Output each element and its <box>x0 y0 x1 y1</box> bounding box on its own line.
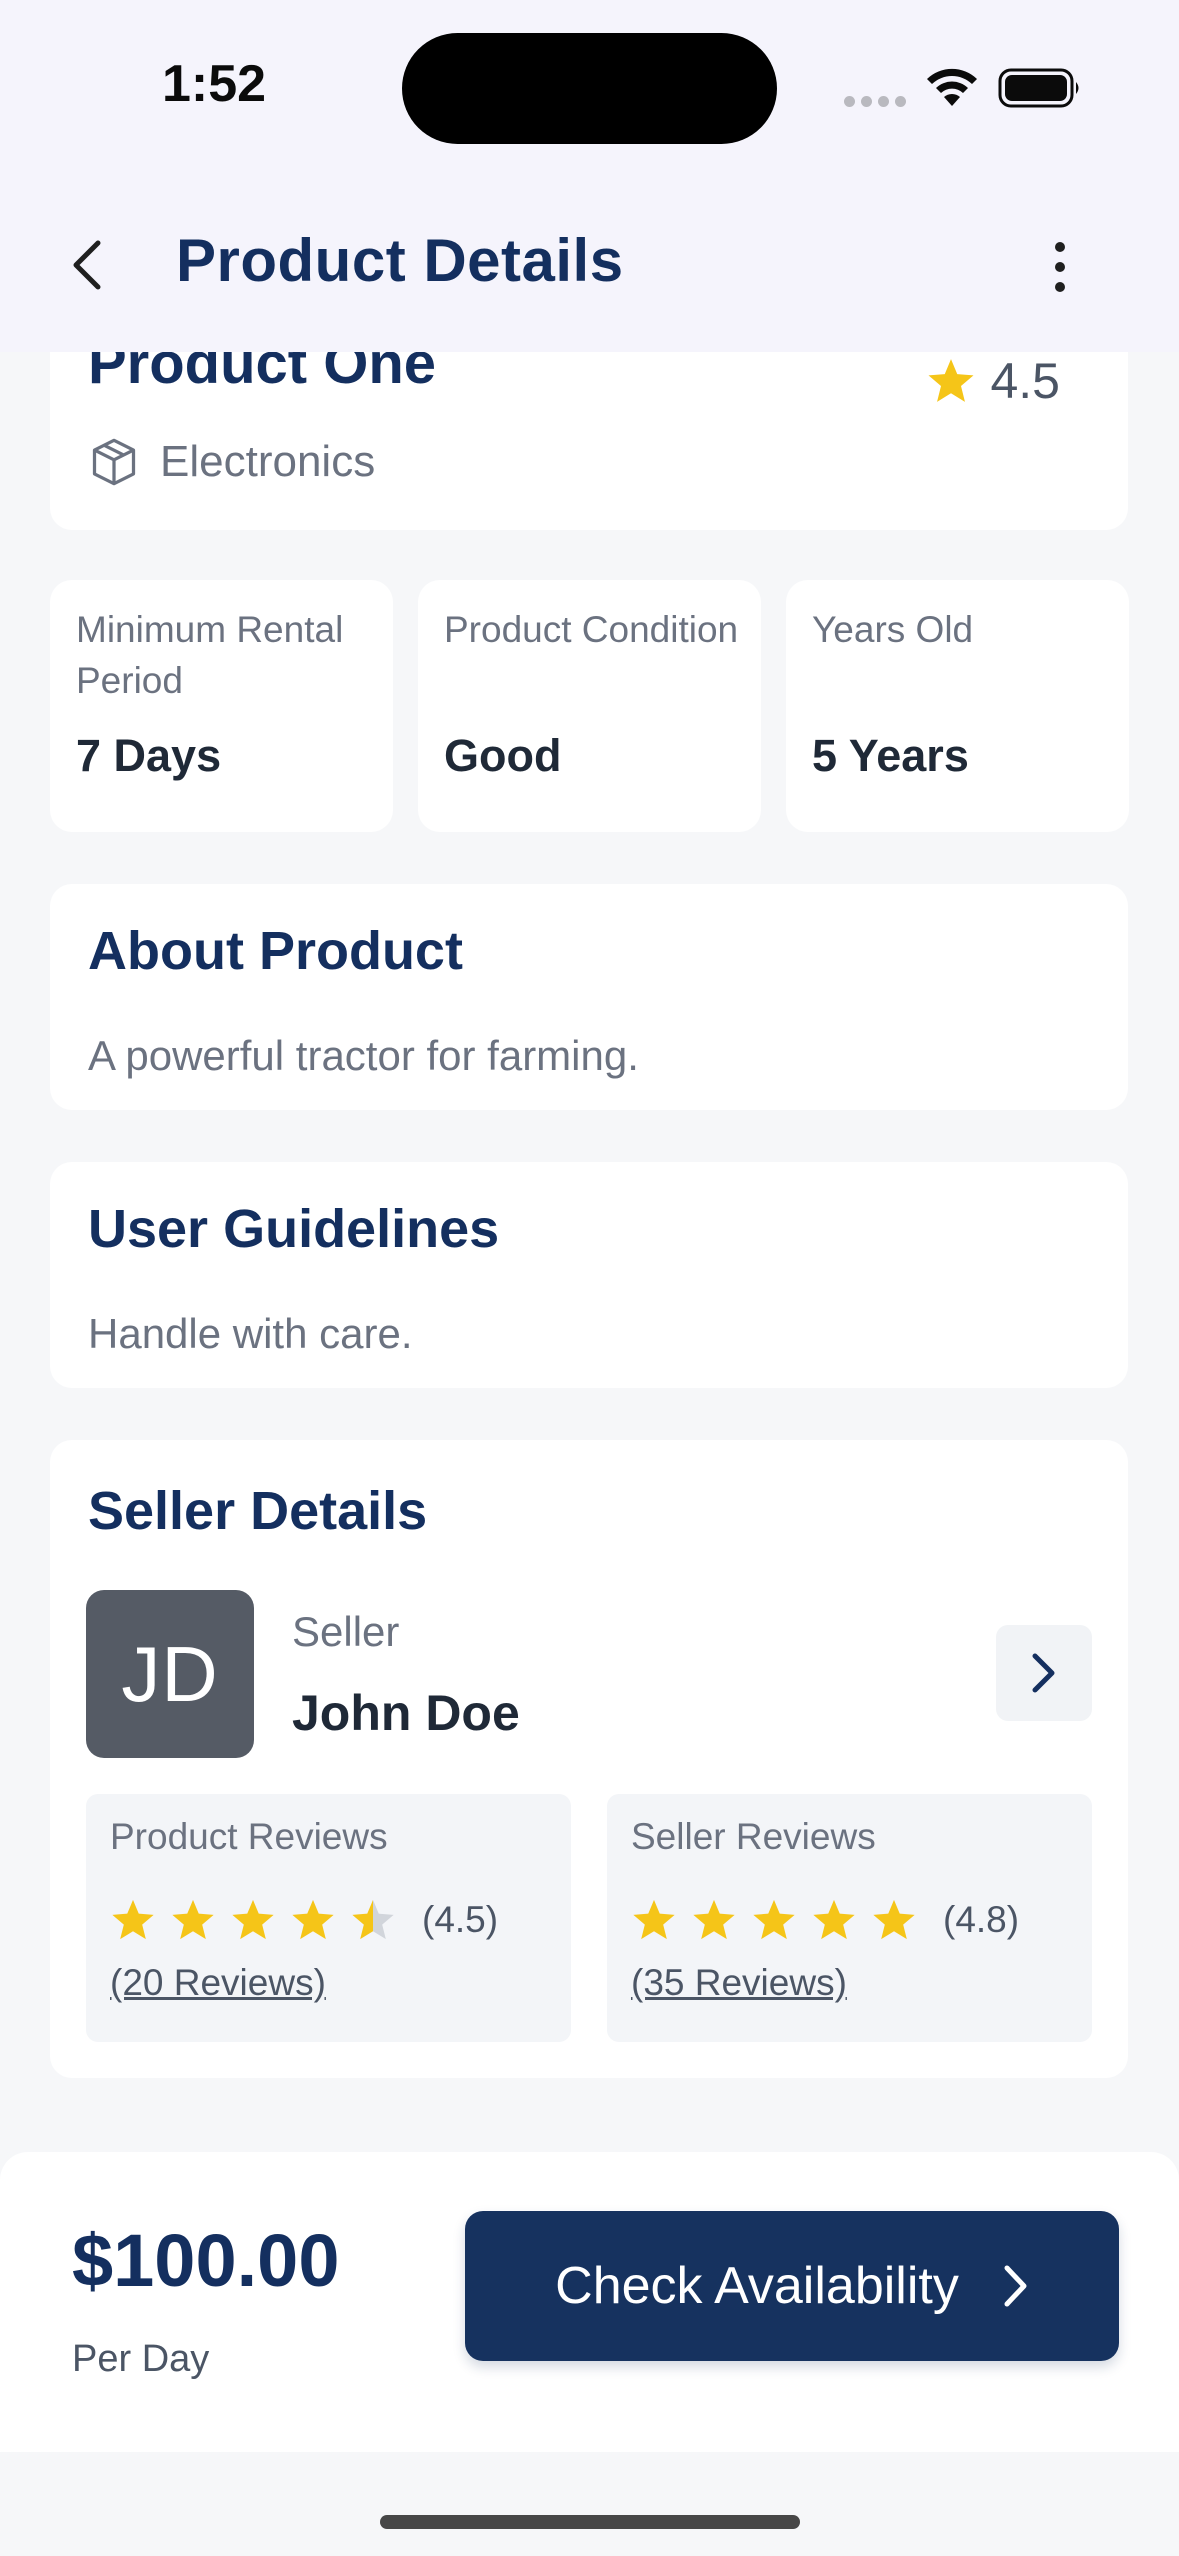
seller-role: Seller <box>292 1608 400 1655</box>
page-title: Product Details <box>176 227 624 294</box>
review-title: Product Reviews <box>110 1816 388 1857</box>
section-title: About Product <box>88 921 463 981</box>
star-icon <box>753 1899 795 1940</box>
stat-card-age: Years Old 5 Years <box>786 580 1129 832</box>
price-unit: Per Day <box>72 2338 210 2380</box>
seller-reviews-box: Seller Reviews (4.8) (35 Reviews) <box>607 1794 1092 2042</box>
review-score: (4.8) <box>943 1899 1020 1940</box>
stat-value: Good <box>444 730 562 781</box>
stat-card-condition: Product Condition Good <box>418 580 761 832</box>
star-icon <box>633 1899 675 1940</box>
user-guidelines-card: User Guidelines Handle with care. <box>50 1162 1128 1388</box>
stat-label: Product Condition <box>444 609 739 650</box>
about-text: A powerful tractor for farming. <box>88 1032 639 1079</box>
star-icon <box>873 1899 915 1940</box>
stat-label: Years Old <box>812 609 974 650</box>
seller-details-card: Seller Details JD Seller John Doe Produc… <box>50 1440 1128 2078</box>
star-icon <box>928 359 974 402</box>
star-icon <box>232 1899 274 1940</box>
product-reviews-box: Product Reviews (4.5) (20 Reviews) <box>86 1794 571 2042</box>
price: $100.00 <box>72 2219 340 2302</box>
product-rating: 4.5 <box>926 352 1060 410</box>
star-rating: (4.5) <box>110 1898 498 1942</box>
status-time: 1:52 <box>162 55 267 113</box>
product-reviews-link[interactable]: (20 Reviews) <box>110 1962 326 2004</box>
check-availability-button[interactable]: Check Availability <box>465 2211 1119 2361</box>
star-icon <box>813 1899 855 1940</box>
stat-value: 7 Days <box>76 730 222 781</box>
more-options-button[interactable] <box>1032 232 1088 302</box>
button-label: Check Availability <box>555 2257 959 2315</box>
package-icon <box>92 438 136 486</box>
view-seller-button[interactable] <box>996 1625 1092 1721</box>
star-icon <box>112 1899 154 1940</box>
more-vertical-icon <box>1055 242 1065 252</box>
seller-name: John Doe <box>292 1685 520 1741</box>
back-button[interactable] <box>56 230 116 300</box>
rating-value: 4.5 <box>990 353 1060 409</box>
star-rating: (4.8) <box>631 1898 1019 1942</box>
wifi-icon <box>927 68 977 106</box>
star-icon <box>352 1899 394 1940</box>
home-indicator <box>380 2515 800 2529</box>
product-category: Electronics <box>88 436 375 488</box>
app-header-area: 1:52 Product Details <box>0 0 1179 352</box>
chevron-right-icon <box>1032 1653 1055 1693</box>
stat-label: Minimum Rental Period <box>76 609 344 701</box>
guidelines-text: Handle with care. <box>88 1310 413 1357</box>
review-title: Seller Reviews <box>631 1816 876 1857</box>
chevron-left-icon <box>73 240 101 290</box>
star-icon <box>172 1899 214 1940</box>
about-product-card: About Product A powerful tractor for far… <box>50 884 1128 1110</box>
section-title: User Guidelines <box>88 1199 500 1259</box>
seller-reviews-link[interactable]: (35 Reviews) <box>631 1962 847 2004</box>
avatar: JD <box>86 1590 254 1758</box>
dynamic-island <box>402 33 777 144</box>
stat-card-min-rental: Minimum Rental Period 7 Days <box>50 580 393 832</box>
chevron-right-icon <box>1004 2265 1027 2307</box>
category-label: Electronics <box>160 437 376 486</box>
section-title: Seller Details <box>88 1481 428 1541</box>
cellular-signal-icon <box>844 96 906 107</box>
bottom-action-bar: $100.00 Per Day Check Availability <box>0 2152 1179 2452</box>
star-icon <box>693 1899 735 1940</box>
star-icon <box>292 1899 334 1940</box>
review-score: (4.5) <box>422 1899 499 1940</box>
stat-value: 5 Years <box>812 730 969 781</box>
battery-icon <box>998 68 1079 108</box>
